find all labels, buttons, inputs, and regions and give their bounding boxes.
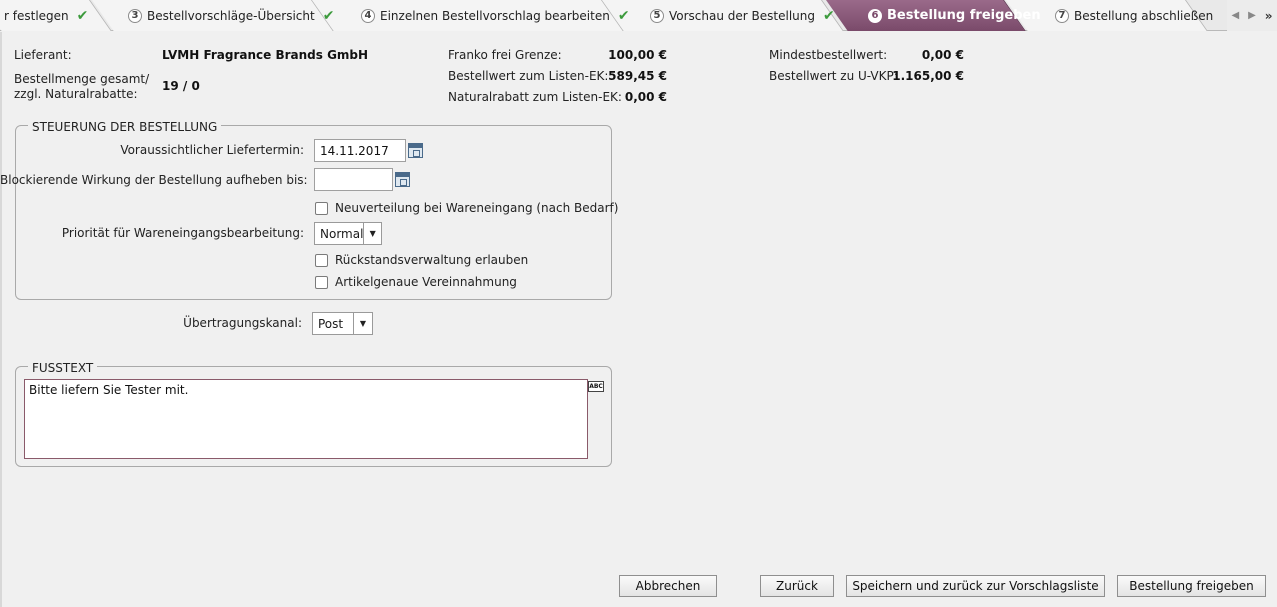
artikelgenau-checkbox-row[interactable]: Artikelgenaue Vereinnahmung: [315, 274, 517, 290]
uebertragungskanal-select[interactable]: Post ▼: [312, 312, 373, 335]
liefertermin-calendar-button[interactable]: [406, 139, 425, 162]
check-icon: ✔: [617, 7, 630, 24]
naturalrabatt-value: 0,00 €: [624, 90, 667, 104]
step-number: 7: [1055, 8, 1069, 23]
mindestbestellwert-label: Mindestbestellwert:: [769, 48, 888, 62]
lieferant-value: LVMH Fragrance Brands GmbH: [162, 48, 369, 62]
uvkp-label: Bestellwert zu U-VKP:: [769, 69, 898, 83]
blockierend-label: Blockierende Wirkung der Bestellung aufh…: [0, 173, 308, 187]
step-label: Vorschau der Bestellung: [669, 8, 815, 23]
uebertragungskanal-selected-value: Post: [318, 316, 344, 331]
lieferant-label: Lieferant:: [14, 48, 72, 62]
fusstext-textarea[interactable]: Bitte liefern Sie Tester mit.: [24, 379, 588, 459]
step-number: 6: [868, 8, 882, 23]
franko-label: Franko frei Grenze:: [448, 48, 562, 62]
bestellmenge-value: 19 / 0: [162, 79, 200, 93]
uvkp-value: 1.165,00 €: [892, 69, 964, 83]
calendar-icon: [408, 143, 423, 158]
prioritaet-selected-value: Normal: [320, 226, 364, 241]
abbrechen-button[interactable]: Abbrechen: [619, 575, 717, 597]
bestellmenge-label-line2: zzgl. Naturalrabatte:: [14, 87, 138, 101]
blockierend-date-input[interactable]: [314, 168, 393, 191]
step-number: 5: [650, 8, 664, 23]
blockierend-calendar-button[interactable]: [393, 168, 412, 191]
chevron-left-icon[interactable]: ◀: [1231, 10, 1239, 21]
wizard-step-bar: r festlegen ✔ 3 Bestellvorschläge-Übersi…: [0, 0, 1277, 31]
zurueck-button[interactable]: Zurück: [760, 575, 834, 597]
chevron-down-icon[interactable]: ▼: [363, 223, 381, 244]
liefertermin-label: Voraussichtlicher Liefertermin:: [120, 143, 304, 157]
step-label: Bestellvorschläge-Übersicht: [147, 8, 315, 23]
spellcheck-icon[interactable]: ABC: [588, 381, 604, 392]
artikelgenau-label: Artikelgenaue Vereinnahmung: [335, 275, 517, 289]
mindestbestellwert-value: 0,00 €: [921, 48, 964, 62]
bestellung-freigeben-button[interactable]: Bestellung freigeben: [1117, 575, 1266, 597]
prioritaet-select[interactable]: Normal ▼: [314, 222, 382, 245]
rueckstand-label: Rückstandsverwaltung erlauben: [335, 253, 529, 267]
bestellmenge-label-line1: Bestellmenge gesamt/: [14, 72, 150, 86]
step-label: Bestellung abschließen: [1074, 8, 1214, 23]
fusstext-title: FUSSTEXT: [28, 361, 98, 375]
prioritaet-label: Priorität für Wareneingangsbearbeitung:: [61, 226, 304, 240]
step-label: Einzelnen Bestellvorschlag bearbeiten: [380, 8, 610, 23]
chevron-right-icon[interactable]: ▶: [1248, 10, 1256, 21]
tab-step-7[interactable]: 7 Bestellung abschließen: [1055, 0, 1213, 31]
step-number: 3: [128, 8, 142, 23]
artikelgenau-checkbox[interactable]: [315, 275, 328, 289]
chevron-down-icon[interactable]: ▼: [353, 313, 372, 334]
check-icon: ✔: [822, 7, 835, 24]
check-icon: ✔: [322, 7, 335, 24]
step-number: 4: [361, 8, 375, 23]
tab-step-6-active[interactable]: 6 Bestellung freigeben: [868, 0, 1041, 31]
tab-step-3[interactable]: 3 Bestellvorschläge-Übersicht ✔: [128, 0, 334, 31]
rueckstand-checkbox-row[interactable]: Rückstandsverwaltung erlauben: [315, 252, 528, 268]
tab-step-5[interactable]: 5 Vorschau der Bestellung ✔: [650, 0, 835, 31]
tab-step-2[interactable]: r festlegen ✔: [4, 0, 88, 31]
step-label: Bestellung freigeben: [887, 8, 1041, 23]
step-label: r festlegen: [4, 8, 69, 23]
naturalrabatt-label: Naturalrabatt zum Listen-EK:: [448, 90, 622, 104]
liefertermin-date-input[interactable]: 14.11.2017: [314, 139, 406, 162]
tab-step-4[interactable]: 4 Einzelnen Bestellvorschlag bearbeiten …: [361, 0, 630, 31]
neuverteilung-label: Neuverteilung bei Wareneingang (nach Bed…: [335, 201, 619, 215]
neuverteilung-checkbox[interactable]: [315, 201, 328, 215]
steuerung-title: STEUERUNG DER BESTELLUNG: [28, 120, 222, 134]
step-nav-arrows: ◀ ▶ »: [1227, 0, 1277, 31]
calendar-icon: [395, 172, 410, 187]
rueckstand-checkbox[interactable]: [315, 253, 328, 267]
uebertragungskanal-label: Übertragungskanal:: [183, 316, 302, 330]
neuverteilung-checkbox-row[interactable]: Neuverteilung bei Wareneingang (nach Bed…: [315, 200, 618, 216]
franko-value: 100,00 €: [608, 48, 667, 62]
speichern-zurueck-button[interactable]: Speichern und zurück zur Vorschlagsliste: [846, 575, 1105, 597]
check-icon: ✔: [76, 7, 89, 24]
more-icon[interactable]: »: [1265, 9, 1273, 23]
listen-ek-value: 589,45 €: [608, 69, 667, 83]
